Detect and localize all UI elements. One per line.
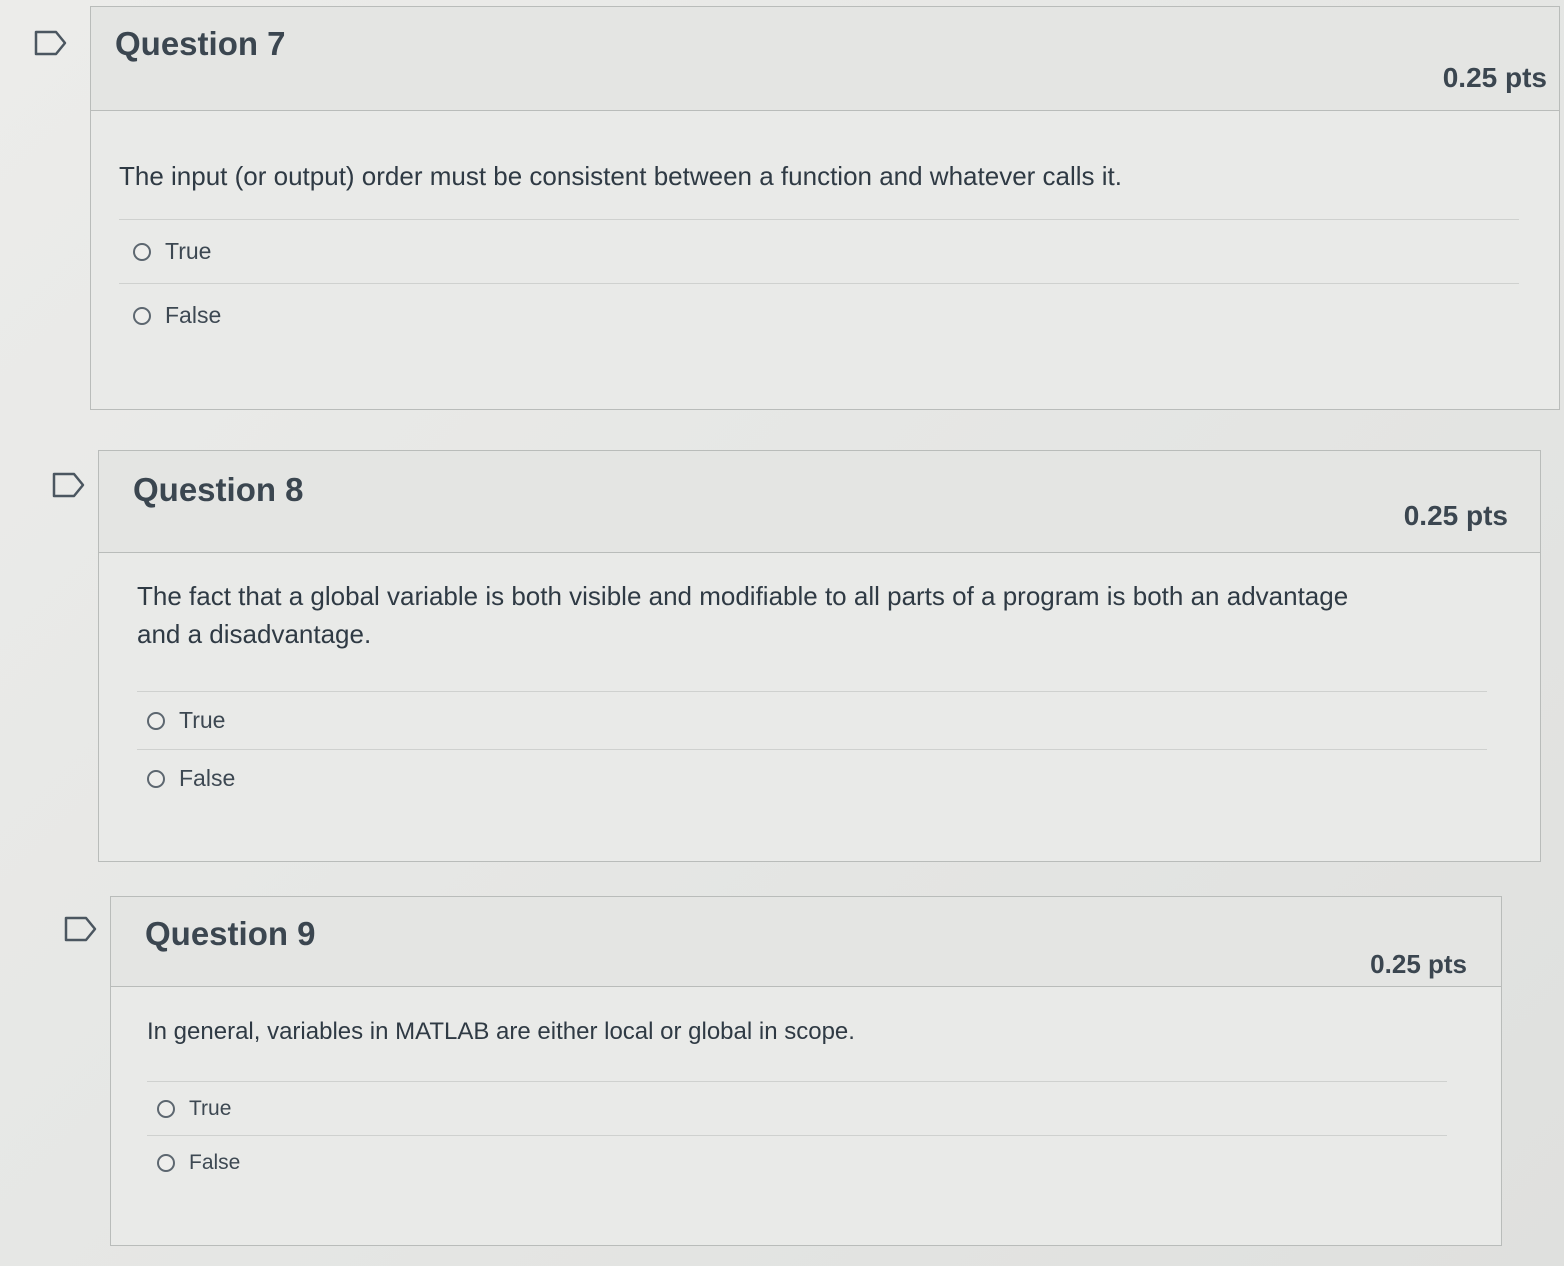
answer-label: True [189,1096,232,1120]
answer-label: False [165,302,222,328]
question-title: Question 9 [145,915,316,952]
question-points: 0.25 pts [1403,500,1508,531]
radio-button[interactable] [147,711,165,730]
question-text: In general, variables in MATLAB are eith… [147,1018,855,1045]
question-points: 0.25 pts [1370,949,1467,979]
question-text: The fact that a global variable is both … [137,581,1349,649]
question-header: Question 7 0.25 pts [91,7,1559,111]
answer-label: True [179,707,226,733]
radio-button[interactable] [157,1099,175,1118]
question-body: The input (or output) order must be cons… [91,111,1559,347]
question-header: Question 9 0.25 pts [111,897,1501,987]
question-card: Question 7 0.25 pts The input (or output… [90,6,1560,410]
answer-list: True False [147,1081,1447,1189]
answer-label: False [179,765,236,791]
answer-label: False [189,1150,241,1174]
answer-option-true[interactable]: True [137,691,1487,749]
question-text: The input (or output) order must be cons… [119,161,1122,191]
radio-button[interactable] [147,769,165,788]
question-card: Question 8 0.25 pts The fact that a glob… [98,450,1541,862]
question-title: Question 7 [115,25,286,62]
radio-button[interactable] [133,306,151,325]
flag-question-icon[interactable] [52,472,85,498]
radio-button[interactable] [133,242,151,261]
flag-question-icon[interactable] [64,916,97,942]
radio-button[interactable] [157,1153,175,1172]
question-title: Question 8 [133,471,304,508]
answer-option-true[interactable]: True [147,1081,1447,1135]
answer-list: True False [119,219,1519,347]
question-header: Question 8 0.25 pts [99,451,1540,553]
question-card: Question 9 0.25 pts In general, variable… [110,896,1502,1246]
question-points: 0.25 pts [1442,62,1547,93]
answer-option-false[interactable]: False [137,749,1487,807]
flag-question-icon[interactable] [34,30,67,56]
question-body: In general, variables in MATLAB are eith… [111,987,1501,1189]
answer-list: True False [137,691,1487,807]
answer-option-true[interactable]: True [119,219,1519,283]
question-body: The fact that a global variable is both … [99,553,1540,807]
answer-label: True [165,238,212,264]
answer-option-false[interactable]: False [147,1135,1447,1189]
answer-option-false[interactable]: False [119,283,1519,347]
